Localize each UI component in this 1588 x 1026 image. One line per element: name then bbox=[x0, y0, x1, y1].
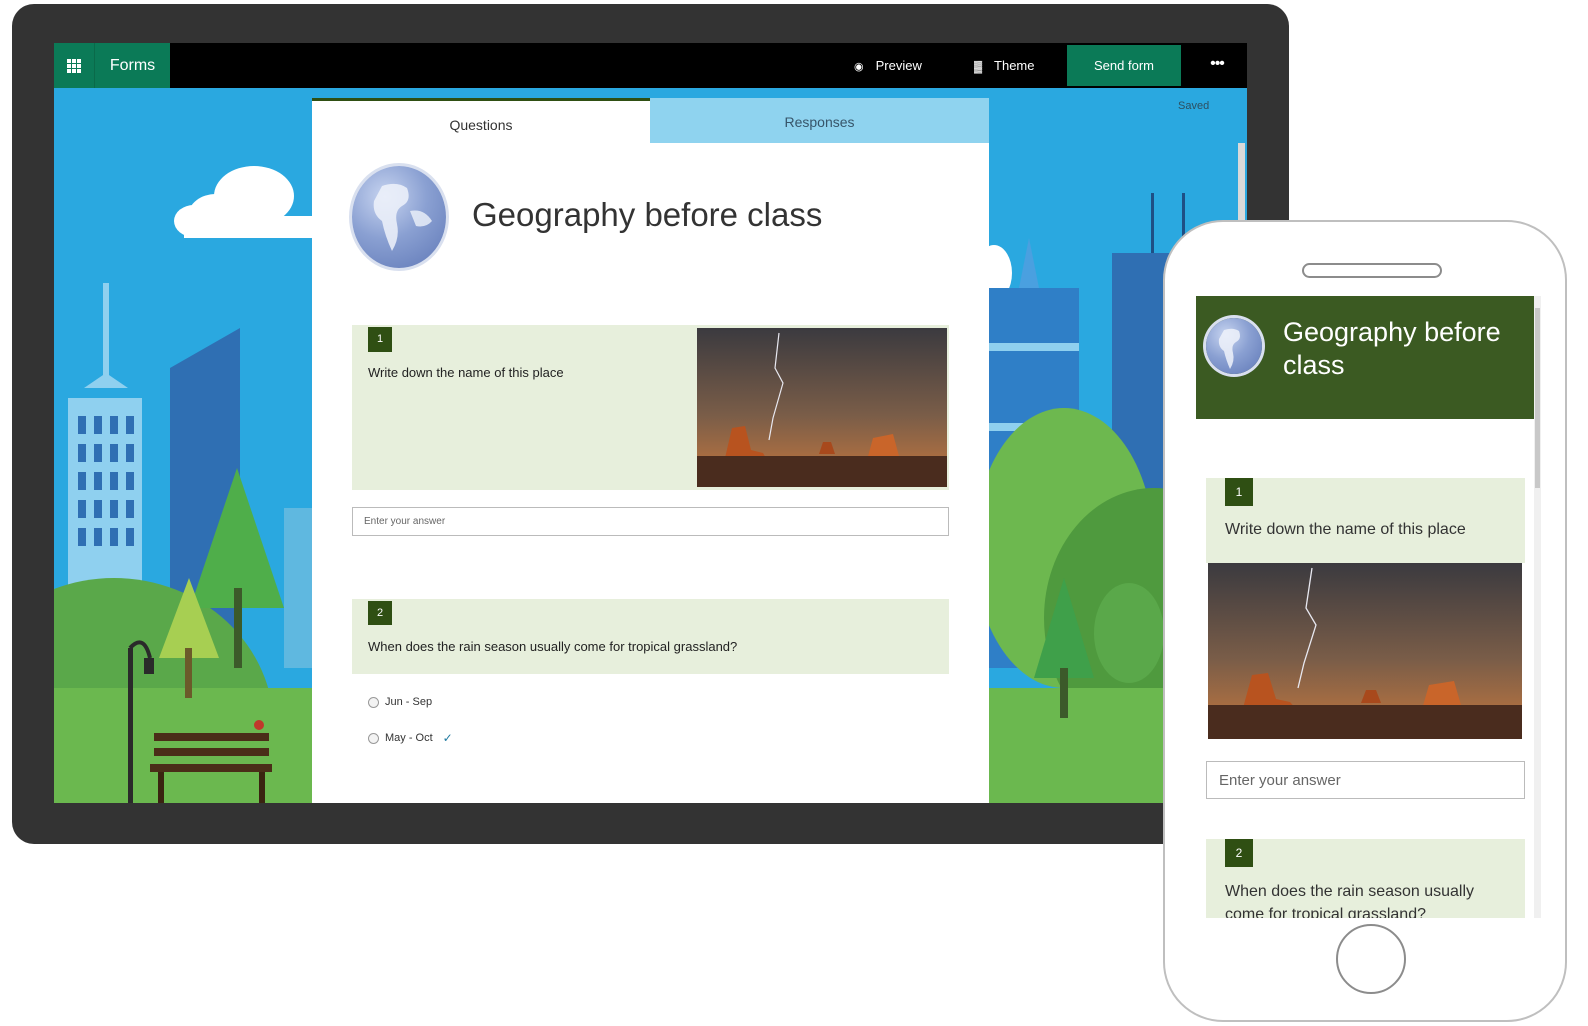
globe-icon bbox=[1206, 318, 1262, 374]
eye-icon: ◉ bbox=[854, 61, 864, 73]
answer-input[interactable]: Enter your answer bbox=[352, 507, 949, 536]
question-text: Write down the name of this place bbox=[1225, 521, 1466, 538]
tablet-device: Forms ◉ Preview ▓ Theme Send form ••• Save… bbox=[12, 4, 1289, 844]
app-name[interactable]: Forms bbox=[95, 43, 170, 88]
marketing-composite: Forms ◉ Preview ▓ Theme Send form ••• Save… bbox=[0, 0, 1588, 1026]
question-image bbox=[1208, 563, 1522, 739]
question-number: 1 bbox=[1225, 478, 1253, 506]
form-title[interactable]: Geography before class bbox=[472, 196, 822, 234]
phone-speaker bbox=[1302, 263, 1442, 278]
tab-responses[interactable]: Responses bbox=[650, 98, 989, 143]
phone-screen: Geography before class 1 Write down the … bbox=[1196, 296, 1541, 918]
saved-status: Saved bbox=[1178, 100, 1210, 112]
scrollbar[interactable] bbox=[1238, 143, 1245, 223]
question-number: 2 bbox=[1225, 839, 1253, 867]
answer-input[interactable]: Enter your answer bbox=[1206, 761, 1525, 799]
radio-button[interactable] bbox=[368, 732, 379, 744]
option-label: May - Oct bbox=[385, 732, 433, 744]
phone-device: Geography before class 1 Write down the … bbox=[1163, 220, 1567, 1022]
more-icon[interactable]: ••• bbox=[1202, 43, 1232, 88]
question-text: When does the rain season usually come f… bbox=[1225, 883, 1475, 918]
form-editor-panel: Questions Responses Geography before cla… bbox=[312, 98, 989, 803]
option-jun-sep[interactable]: Jun - Sep bbox=[368, 696, 432, 708]
app-launcher-button[interactable] bbox=[54, 43, 95, 88]
option-may-oct[interactable]: May - Oct ✓ bbox=[368, 731, 453, 745]
option-label: Jun - Sep bbox=[385, 696, 433, 708]
globe-icon bbox=[352, 166, 446, 268]
scrollbar[interactable] bbox=[1534, 296, 1541, 918]
question-card-2[interactable]: 2 When does the rain season usually come… bbox=[352, 599, 949, 674]
question-card-2[interactable]: 2 When does the rain season usually come… bbox=[1206, 839, 1525, 918]
question-card-1[interactable]: 1 Write down the name of this place bbox=[1206, 478, 1525, 563]
tab-questions[interactable]: Questions bbox=[312, 98, 650, 143]
waffle-icon bbox=[67, 58, 81, 73]
form-header: Geography before class bbox=[1196, 296, 1534, 419]
question-text: Write down the name of this place bbox=[368, 365, 564, 380]
question-card-1[interactable]: 1 Write down the name of this place bbox=[352, 325, 949, 490]
tablet-screen: Forms ◉ Preview ▓ Theme Send form ••• Save… bbox=[54, 43, 1247, 803]
theme-label: Theme bbox=[994, 58, 1035, 73]
send-form-button[interactable]: Send form bbox=[1067, 45, 1181, 86]
preview-button[interactable]: ◉ Preview bbox=[854, 43, 922, 88]
checkmark-icon: ✓ bbox=[442, 731, 453, 745]
question-number: 2 bbox=[368, 601, 392, 625]
preview-label: Preview bbox=[875, 58, 922, 73]
theme-button[interactable]: ▓ Theme bbox=[974, 43, 1035, 88]
question-number: 1 bbox=[368, 327, 392, 352]
paint-brush-icon: ▓ bbox=[974, 61, 983, 73]
question-image bbox=[697, 328, 947, 487]
home-button[interactable] bbox=[1336, 924, 1406, 994]
app-top-bar: Forms ◉ Preview ▓ Theme Send form ••• bbox=[54, 43, 1247, 88]
scrollbar-thumb[interactable] bbox=[1535, 308, 1540, 488]
radio-button[interactable] bbox=[368, 696, 379, 708]
question-text: When does the rain season usually come f… bbox=[368, 639, 738, 654]
form-title: Geography before class bbox=[1283, 317, 1501, 380]
